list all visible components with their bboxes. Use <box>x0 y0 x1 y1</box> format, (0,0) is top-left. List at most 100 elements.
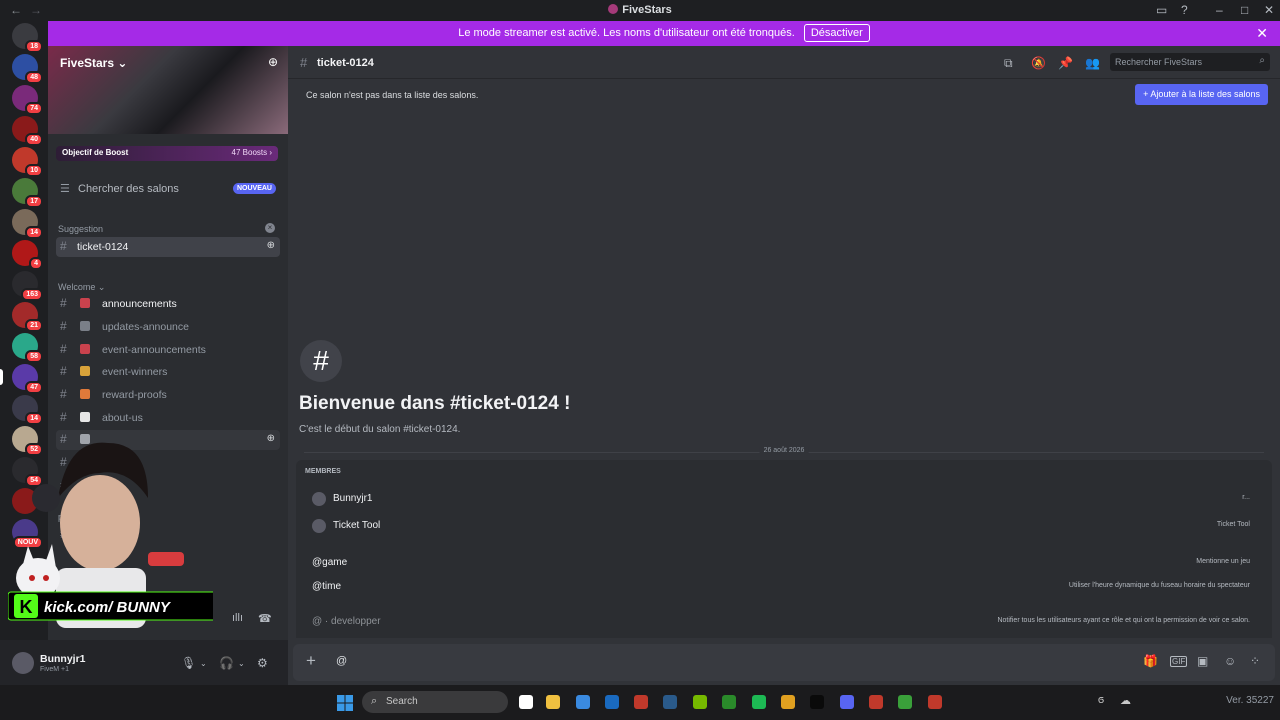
help-icon[interactable]: ? <box>1181 3 1188 17</box>
server-icon[interactable]: 10 <box>12 147 43 177</box>
voice-activity-icon[interactable]: ıllı <box>232 612 243 624</box>
autocomplete-row[interactable]: @ · developper Notifier tous les utilisat… <box>302 611 1256 633</box>
add-member-icon[interactable]: ⊕ <box>267 240 275 251</box>
taskbar-app-icon[interactable] <box>693 695 707 709</box>
autocomplete-name: Bunnyjr1 <box>333 493 373 504</box>
taskbar-app-icon[interactable] <box>519 695 533 709</box>
server-icon[interactable]: 4 <box>12 240 43 270</box>
emoji-icon[interactable]: ☺ <box>1224 654 1236 668</box>
autocomplete-row[interactable]: Ticket Tool Ticket Tool <box>302 515 1256 537</box>
taskbar-search[interactable]: ⌕ Search <box>362 691 508 713</box>
add-to-list-button[interactable]: + Ajouter à la liste des salons <box>1135 84 1268 105</box>
taskbar-app-icon[interactable] <box>898 695 912 709</box>
close-icon[interactable]: ✕ <box>1264 3 1274 17</box>
headphones-icon[interactable]: 🎧 <box>219 656 234 670</box>
taskbar-app-icon[interactable] <box>722 695 736 709</box>
server-icon[interactable]: 40 <box>12 116 43 146</box>
windows-start-icon[interactable] <box>337 695 353 711</box>
streamer-mode-banner: Le mode streamer est activé. Les noms d'… <box>48 21 1280 46</box>
message-composer[interactable]: + @ 🎁 GIF ▣ ☺ ⁘ <box>293 644 1275 681</box>
server-icon[interactable]: 14 <box>12 209 43 239</box>
autocomplete-row[interactable]: @game Mentionne un jeu <box>302 552 1256 574</box>
version-label: Ver. 35227 <box>1226 695 1274 706</box>
server-icon[interactable]: 47 <box>0 364 43 394</box>
channel-item[interactable]: # ticket-0124 ⊕ <box>56 237 280 257</box>
category-label: Welcome ⌄ <box>58 282 106 292</box>
autocomplete-row[interactable]: @time Utiliser l'heure dynamique du fusea… <box>302 576 1256 598</box>
channel-item[interactable]: # updates-announce <box>56 317 280 337</box>
webcam-overlay: K kick.com/ BUNNY <box>7 428 221 638</box>
sticker-icon[interactable]: ▣ <box>1197 654 1208 668</box>
category-welcome[interactable]: Welcome ⌄ <box>58 282 105 293</box>
autocomplete-description: Utiliser l'heure dynamique du fuseau hor… <box>1068 582 1250 589</box>
autocomplete-name: Ticket Tool <box>333 520 381 531</box>
taskbar-app-icon[interactable] <box>752 695 766 709</box>
active-indicator <box>0 369 3 385</box>
boost-goal-bar[interactable]: Objectif de Boost 47 Boosts › <box>56 146 278 161</box>
inbox-icon[interactable]: ▭ <box>1156 3 1167 17</box>
mention-badge: 48 <box>25 71 43 84</box>
channel-item[interactable]: # event-announcements <box>56 340 280 360</box>
taskbar-app-icon[interactable] <box>810 695 824 709</box>
microphone-icon[interactable]: 🎙 <box>181 656 196 670</box>
server-icon[interactable]: 17 <box>12 178 43 208</box>
tray-icon[interactable]: ϭ <box>1098 694 1104 706</box>
server-icon[interactable]: 74 <box>12 85 43 115</box>
server-icon[interactable]: 48 <box>12 54 43 84</box>
channel-label: reward-proofs <box>102 389 167 401</box>
server-icon[interactable]: 21 <box>12 302 43 332</box>
taskbar-app-icon[interactable] <box>781 695 795 709</box>
invite-icon[interactable]: ⊕ <box>268 55 278 69</box>
category-suggestion[interactable]: Suggestion × <box>58 223 275 234</box>
message-input[interactable]: @ <box>336 655 347 667</box>
members-icon[interactable]: 👥 <box>1085 56 1100 70</box>
mention-badge: 40 <box>25 133 43 146</box>
mention-badge: 47 <box>25 381 43 394</box>
server-icon[interactable]: 18 <box>12 23 43 53</box>
guild-name[interactable]: FiveStars ⌄ <box>60 56 127 70</box>
server-icon[interactable]: 58 <box>12 333 43 363</box>
server-icon[interactable]: 14 <box>12 395 43 425</box>
banner-close-icon[interactable]: ✕ <box>1256 21 1268 46</box>
minimize-icon[interactable]: – <box>1216 3 1223 17</box>
user-avatar[interactable] <box>12 652 34 674</box>
server-icon[interactable]: 163 <box>12 271 43 301</box>
dismiss-icon[interactable]: × <box>265 223 275 233</box>
network-icon[interactable]: ☁ <box>1120 694 1131 707</box>
attach-plus-icon[interactable]: + <box>306 651 316 671</box>
disable-streamer-button[interactable]: Désactiver <box>803 24 870 42</box>
guild-banner[interactable]: FiveStars ⌄ ⊕ <box>48 46 288 134</box>
gift-icon[interactable]: 🎁 <box>1143 654 1158 668</box>
disconnect-icon[interactable]: ☎ <box>258 612 272 625</box>
mention-badge: 74 <box>25 102 43 115</box>
autocomplete-name: @ · developper <box>312 616 381 627</box>
browse-channels-button[interactable]: ☰ Chercher des salons NOUVEAU <box>56 179 280 201</box>
taskbar-app-icon[interactable] <box>546 695 560 709</box>
taskbar-app-icon[interactable] <box>928 695 942 709</box>
apps-icon[interactable]: ⁘ <box>1250 654 1260 668</box>
mention-badge: 14 <box>25 412 43 425</box>
settings-gear-icon[interactable]: ⚙ <box>257 656 268 670</box>
taskbar-app-icon[interactable] <box>634 695 648 709</box>
username[interactable]: Bunnyjr1 <box>40 653 86 665</box>
channel-item[interactable]: # event-winners <box>56 362 280 382</box>
add-member-icon[interactable]: ⊕ <box>267 433 275 444</box>
gif-icon[interactable]: GIF <box>1170 656 1188 667</box>
headphones-chevron-icon[interactable]: ⌄ <box>238 659 245 668</box>
taskbar-app-icon[interactable] <box>576 695 590 709</box>
autocomplete-row[interactable]: Bunnyjr1 r... <box>302 488 1256 510</box>
taskbar-app-icon[interactable] <box>869 695 883 709</box>
threads-icon[interactable]: ⧉ <box>1004 56 1013 71</box>
maximize-icon[interactable]: □ <box>1241 3 1248 17</box>
channel-item[interactable]: # announcements <box>56 294 280 314</box>
mic-chevron-icon[interactable]: ⌄ <box>200 659 207 668</box>
channel-label: about-us <box>102 412 143 424</box>
mute-icon[interactable]: 🔕 <box>1031 56 1046 70</box>
channel-item[interactable]: # about-us <box>56 408 280 428</box>
taskbar-app-icon[interactable] <box>605 695 619 709</box>
taskbar-app-icon[interactable] <box>840 695 854 709</box>
taskbar-app-icon[interactable] <box>663 695 677 709</box>
search-input[interactable]: Rechercher FiveStars ⌕ <box>1110 53 1270 71</box>
channel-item[interactable]: # reward-proofs <box>56 385 280 405</box>
pin-icon[interactable]: 📌 <box>1058 56 1073 70</box>
